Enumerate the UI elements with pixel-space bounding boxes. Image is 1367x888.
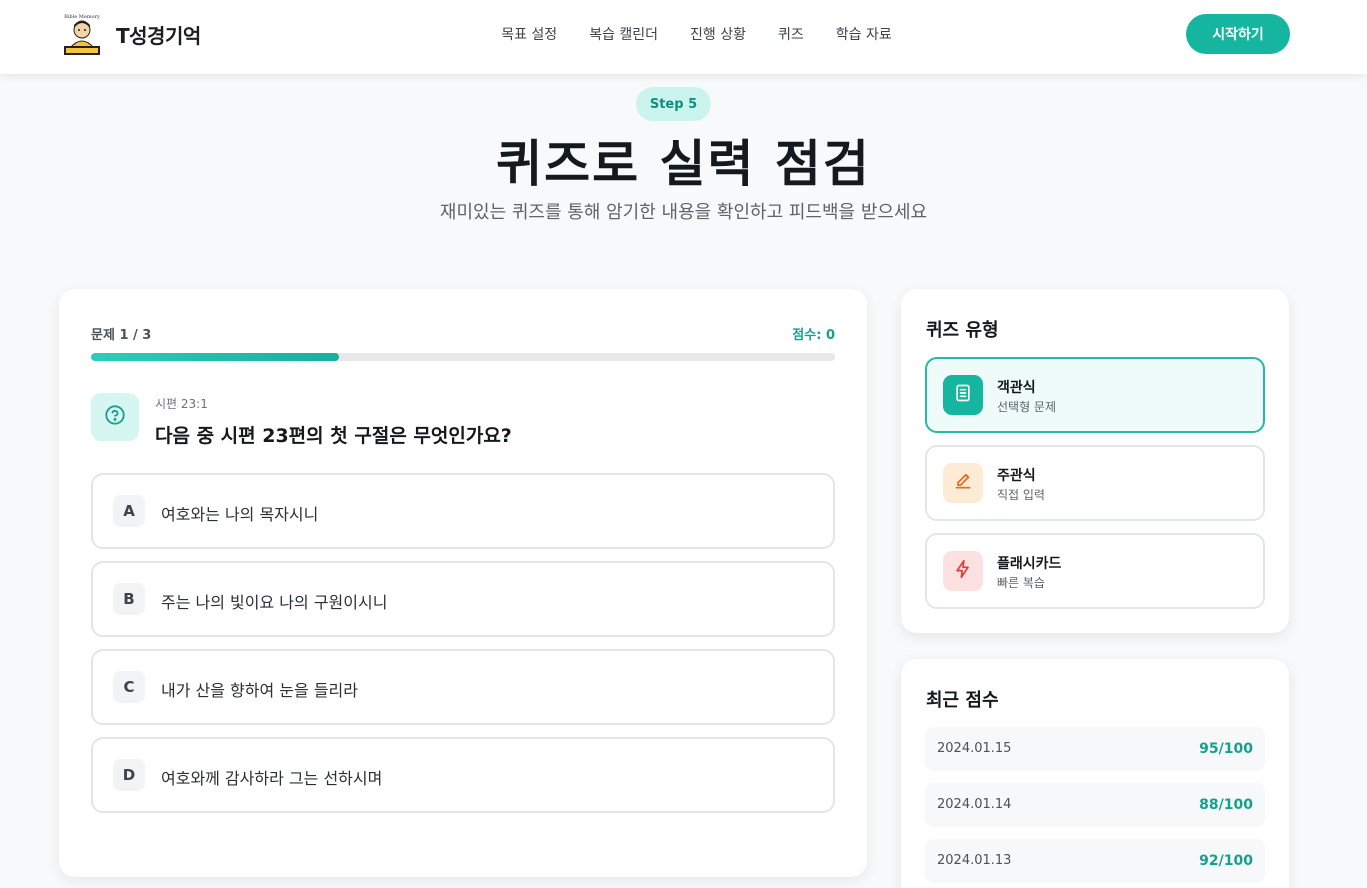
type-name: 주관식	[997, 468, 1036, 484]
question-icon-box	[91, 393, 139, 441]
question-text: 다음 중 시편 23편의 첫 구절은 무엇인가요?	[155, 425, 512, 447]
answer-option-d[interactable]: D 여호와께 감사하라 그는 선하시며	[91, 737, 835, 813]
type-icon-box	[943, 375, 983, 415]
nav-review-calendar[interactable]: 복습 캘린더	[589, 24, 658, 44]
quiz-card: 문제 1 / 3 점수: 0 시편 23:1 다음 중 시편 23편의 첫 구절…	[59, 289, 867, 877]
option-text: 여호와께 감사하라 그는 선하시며	[161, 769, 383, 788]
score-row: 2024.01.15 95/100	[925, 727, 1265, 771]
quiz-type-multiple-choice[interactable]: 객관식 선택형 문제	[925, 357, 1265, 433]
quiz-type-flashcard[interactable]: 플래시카드 빠른 복습	[925, 533, 1265, 609]
progress-fill	[91, 353, 339, 361]
progress-bar	[91, 353, 835, 361]
option-letter: A	[113, 495, 145, 527]
type-icon-box	[943, 463, 983, 503]
score-value: 92/100	[1199, 853, 1253, 869]
score-date: 2024.01.13	[937, 853, 1012, 868]
score-date: 2024.01.15	[937, 741, 1012, 756]
quiz-type-short-answer[interactable]: 주관식 직접 입력	[925, 445, 1265, 521]
score-row: 2024.01.13 92/100	[925, 839, 1265, 883]
answer-option-a[interactable]: A 여호와는 나의 목자시니	[91, 473, 835, 549]
type-name: 객관식	[997, 380, 1036, 396]
score-label: 점수: 0	[792, 328, 835, 343]
answer-option-c[interactable]: C 내가 산을 향하여 눈을 들리라	[91, 649, 835, 725]
nav-study-materials[interactable]: 학습 자료	[836, 24, 892, 44]
option-text: 여호와는 나의 목자시니	[161, 505, 319, 524]
option-letter: D	[113, 759, 145, 791]
nav-quiz[interactable]: 퀴즈	[778, 24, 804, 44]
step-badge: Step 5	[636, 87, 711, 121]
type-name: 플래시카드	[997, 556, 1062, 572]
nav-progress[interactable]: 진행 상황	[690, 24, 746, 44]
type-desc: 선택형 문제	[997, 400, 1057, 414]
page-title: 퀴즈로 실력 점검	[496, 135, 871, 193]
quiz-type-title: 퀴즈 유형	[926, 320, 999, 341]
question-circle-icon	[104, 404, 126, 430]
top-navbar: Bible Memory T성경기억 목표 설정 복습 캘린더 진행 상황 퀴즈…	[0, 0, 1367, 74]
type-desc: 직접 입력	[997, 488, 1045, 502]
document-list-icon	[953, 383, 973, 407]
score-row: 2024.01.14 88/100	[925, 783, 1265, 827]
type-desc: 빠른 복습	[997, 576, 1045, 590]
answer-option-b[interactable]: B 주는 나의 빛이요 나의 구원이시니	[91, 561, 835, 637]
score-value: 95/100	[1199, 741, 1253, 757]
start-button[interactable]: 시작하기	[1186, 14, 1290, 54]
option-letter: B	[113, 583, 145, 615]
score-date: 2024.01.14	[937, 797, 1012, 812]
lightning-icon	[953, 559, 973, 583]
option-text: 주는 나의 빛이요 나의 구원이시니	[161, 593, 388, 612]
pencil-icon	[953, 471, 973, 495]
option-letter: C	[113, 671, 145, 703]
main-nav: 목표 설정 복습 캘린더 진행 상황 퀴즈 학습 자료	[0, 24, 1367, 44]
question-counter: 문제 1 / 3	[91, 328, 152, 343]
logo-caption: Bible Memory	[64, 14, 100, 20]
page-subtitle: 재미있는 퀴즈를 통해 암기한 내용을 확인하고 피드백을 받으세요	[439, 202, 928, 223]
nav-goal-setting[interactable]: 목표 설정	[501, 24, 557, 44]
recent-scores-title: 최근 점수	[926, 690, 999, 711]
type-icon-box	[943, 551, 983, 591]
recent-scores-card: 최근 점수 2024.01.15 95/100 2024.01.14 88/10…	[901, 659, 1289, 888]
quiz-type-card: 퀴즈 유형 객관식 선택형 문제 주관식 직접 입력 플래시카드 빠른 복습	[901, 289, 1289, 633]
verse-reference: 시편 23:1	[155, 397, 208, 411]
score-value: 88/100	[1199, 797, 1253, 813]
option-text: 내가 산을 향하여 눈을 들리라	[161, 681, 358, 700]
